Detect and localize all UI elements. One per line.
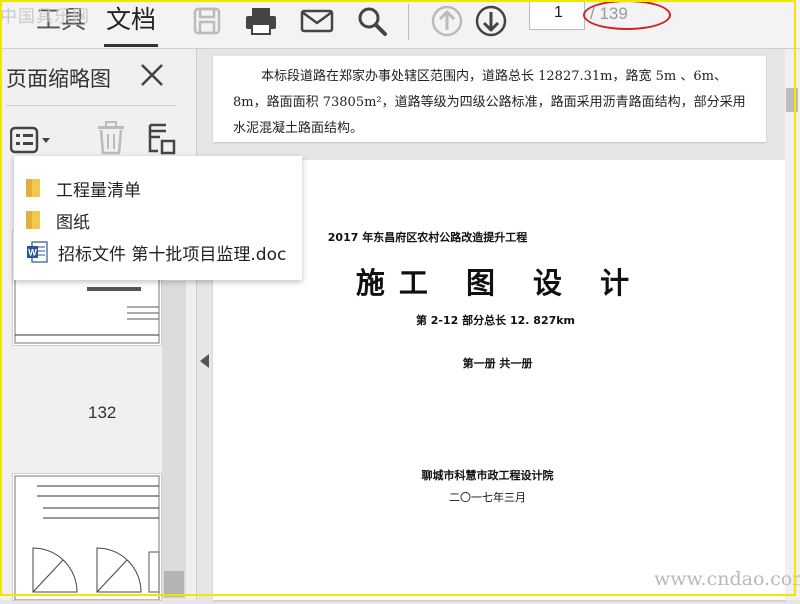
- toolbar: 工具 文档 中国具乐网 1 / 139: [0, 0, 800, 49]
- file-item-drawings[interactable]: 图纸: [26, 208, 90, 233]
- close-icon[interactable]: [138, 61, 166, 89]
- toolbar-separator: [408, 4, 409, 40]
- file-item-bill-of-quantities[interactable]: 工程量清单: [26, 176, 141, 201]
- folder-icon: [26, 211, 40, 229]
- tab-document[interactable]: 文档: [106, 0, 156, 36]
- page-number-input[interactable]: 1: [529, 0, 585, 30]
- search-icon: [358, 7, 387, 36]
- drawing-thumbnail: [14, 475, 160, 601]
- watermark-bottom: www.cndao.com: [654, 568, 800, 590]
- thumbnail-sidebar: 页面缩略图 132: [0, 49, 197, 601]
- print-icon: [246, 8, 276, 35]
- document-page-previous: 本标段道路在郑家办事处辖区范围内，道路总长 12827.31m，路宽 5m 、6…: [213, 56, 766, 142]
- cover-institute: 聊城市科慧市政工程设计院: [421, 469, 554, 482]
- next-page-button[interactable]: [474, 4, 508, 38]
- document-scrollbar-thumb[interactable]: [786, 88, 798, 112]
- print-button[interactable]: [244, 4, 278, 38]
- previous-page-button[interactable]: [430, 4, 464, 38]
- cover-section: 第 2-12 部分总长 12. 827km: [415, 314, 576, 327]
- thumbnail-view-menu-icon[interactable]: [10, 125, 54, 155]
- file-item-tender-doc[interactable]: W 招标文件 第十批项目监理.doc: [26, 240, 287, 265]
- collapse-sidebar-icon[interactable]: [200, 354, 209, 368]
- cover-volume: 第一册 共一册: [462, 357, 533, 370]
- email-button[interactable]: [300, 4, 334, 38]
- save-button[interactable]: [190, 4, 224, 38]
- svg-text:W: W: [28, 248, 37, 258]
- body-paragraph: 本标段道路在郑家办事处辖区范围内，道路总长 12827.31m，路宽 5m 、6…: [233, 69, 746, 136]
- file-item-label: 招标文件 第十批项目监理.doc: [58, 244, 287, 265]
- sidebar-scrollbar[interactable]: [162, 281, 186, 599]
- file-list-popup: 工程量清单 图纸 W 招标文件 第十批项目监理.doc: [14, 156, 302, 280]
- watermark-top: 中国具乐网: [0, 7, 90, 27]
- cover-date: 二〇一七年三月: [449, 491, 526, 504]
- page-up-icon: [431, 5, 463, 37]
- word-doc-icon: W: [27, 241, 48, 263]
- sidebar-scrollbar-thumb[interactable]: [164, 571, 184, 597]
- search-button[interactable]: [355, 4, 389, 38]
- active-tab-indicator: [104, 44, 158, 47]
- thumbnail-page-number: 132: [88, 403, 117, 422]
- document-scrollbar[interactable]: [785, 49, 800, 600]
- email-icon: [300, 9, 334, 33]
- trash-icon[interactable]: [96, 121, 126, 155]
- page-down-icon: [475, 5, 507, 37]
- file-item-label: 图纸: [56, 212, 90, 233]
- folder-icon: [26, 179, 40, 197]
- page-thumbnail-133[interactable]: [12, 473, 162, 601]
- highlight-ring: [583, 0, 671, 30]
- sidebar-title: 页面缩略图: [6, 67, 111, 91]
- sidebar-divider: [6, 105, 176, 106]
- file-item-label: 工程量清单: [56, 180, 141, 201]
- save-icon: [193, 7, 221, 35]
- extract-page-icon[interactable]: [148, 121, 176, 155]
